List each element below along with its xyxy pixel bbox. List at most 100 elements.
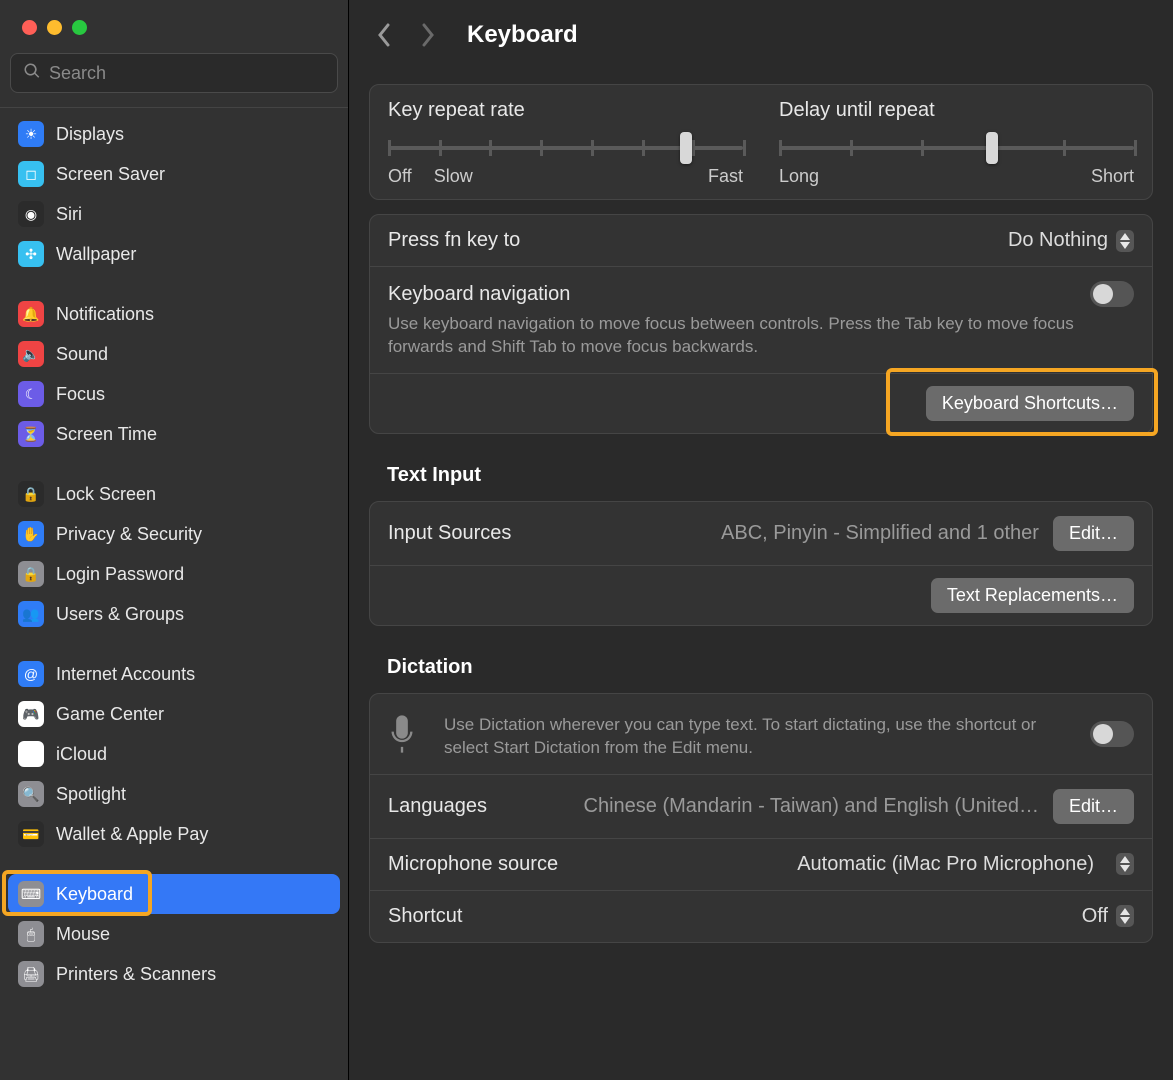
microphone-source-stepper-icon[interactable] <box>1116 853 1134 875</box>
card-keyboard-nav: Press fn key to Do Nothing Keyboard navi… <box>369 214 1153 434</box>
sidebar-item-label: Displays <box>56 124 124 145</box>
sidebar-item-wallpaper[interactable]: ✣ Wallpaper <box>8 234 340 274</box>
fn-key-value: Do Nothing <box>1008 229 1108 252</box>
sidebar-item-label: Wallet & Apple Pay <box>56 824 208 845</box>
slider-label-delay: Delay until repeat <box>779 99 1134 122</box>
card-key-repeat: Key repeat rate Off Slow Fast Delay unti… <box>369 84 1153 200</box>
dictation-shortcut-stepper-icon[interactable] <box>1116 905 1134 927</box>
nav-forward-button[interactable] <box>413 20 443 50</box>
row-fn-key[interactable]: Press fn key to Do Nothing <box>370 215 1152 266</box>
microphone-icon <box>388 715 416 753</box>
text-replacements-button[interactable]: Text Replacements… <box>931 578 1134 613</box>
sidebar-item-screensaver[interactable]: ◻Screen Saver <box>8 154 340 194</box>
internetacc-icon: @ <box>18 661 44 687</box>
loginpwd-icon: 🔒 <box>18 561 44 587</box>
sidebar-item-label: Printers & Scanners <box>56 964 216 985</box>
sidebar-item-label: Internet Accounts <box>56 664 195 685</box>
lockscreen-icon: 🔒 <box>18 481 44 507</box>
sidebar-list[interactable]: ☀ Displays ◻Screen Saver◉Siri ✣ Wallpaper 🔔No… <box>0 107 348 1080</box>
sidebar-item-displays[interactable]: ☀ Displays <box>8 114 340 154</box>
minimize-window-button[interactable] <box>47 20 62 35</box>
sidebar-item-label: Privacy & Security <box>56 524 202 545</box>
sidebar-item-label: Screen Saver <box>56 164 165 185</box>
microphone-source-label: Microphone source <box>388 853 558 876</box>
sidebar-item-printers[interactable]: 🖨Printers & Scanners <box>8 954 340 994</box>
screentime-icon: ⏳ <box>18 421 44 447</box>
slider-key-repeat[interactable] <box>388 136 743 160</box>
sidebar-item-lockscreen[interactable]: 🔒 Lock Screen <box>8 474 340 514</box>
dictation-shortcut-value: Off <box>1082 905 1108 928</box>
close-window-button[interactable] <box>22 20 37 35</box>
header: Keyboard <box>369 0 1153 70</box>
edit-input-sources-button[interactable]: Edit… <box>1053 516 1134 551</box>
displays-icon: ☀ <box>18 121 44 147</box>
keyboard-icon: ⌨ <box>18 881 44 907</box>
search-input[interactable] <box>49 63 325 84</box>
nav-back-button[interactable] <box>369 20 399 50</box>
sidebar-item-walletpay[interactable]: 💳Wallet & Apple Pay <box>8 814 340 854</box>
sidebar-item-label: Spotlight <box>56 784 126 805</box>
page-title: Keyboard <box>467 21 578 49</box>
sidebar-item-focus[interactable]: ☾Focus <box>8 374 340 414</box>
slider-key-repeat-min: Off <box>388 166 412 187</box>
search-input-container[interactable] <box>10 53 338 93</box>
edit-languages-button[interactable]: Edit… <box>1053 789 1134 824</box>
sidebar-item-gamecenter[interactable]: 🎮 Game Center <box>8 694 340 734</box>
row-input-sources: Input Sources ABC, Pinyin - Simplified a… <box>370 502 1152 565</box>
sidebar-item-label: Lock Screen <box>56 484 156 505</box>
sidebar-item-siri[interactable]: ◉Siri <box>8 194 340 234</box>
sidebar-item-label: Users & Groups <box>56 604 184 625</box>
sidebar-item-label: Login Password <box>56 564 184 585</box>
dictation-languages-label: Languages <box>388 795 487 818</box>
sidebar-item-label: Wallpaper <box>56 244 136 265</box>
input-sources-value: ABC, Pinyin - Simplified and 1 other <box>525 522 1039 545</box>
dictation-toggle[interactable] <box>1090 721 1134 747</box>
card-dictation: Use Dictation wherever you can type text… <box>369 693 1153 943</box>
row-dictation-shortcut[interactable]: Shortcut Off <box>370 890 1152 942</box>
input-sources-label: Input Sources <box>388 522 511 545</box>
sidebar-item-label: iCloud <box>56 744 107 765</box>
sidebar-item-mouse[interactable]: 🖱Mouse <box>8 914 340 954</box>
wallpaper-icon: ✣ <box>18 241 44 267</box>
slider-delay-knob[interactable] <box>986 132 998 164</box>
icloud-icon: ☁ <box>18 741 44 767</box>
row-microphone-source[interactable]: Microphone source Automatic (iMac Pro Mi… <box>370 838 1152 890</box>
fn-key-stepper-icon[interactable] <box>1116 230 1134 252</box>
sidebar-item-spotlight[interactable]: 🔍Spotlight <box>8 774 340 814</box>
slider-key-repeat-slow: Slow <box>434 166 473 187</box>
sidebar-item-privacy[interactable]: ✋ Privacy & Security <box>8 514 340 554</box>
slider-delay-min: Long <box>779 166 819 187</box>
sidebar-item-screentime[interactable]: ⏳ Screen Time <box>8 414 340 454</box>
sidebar: ☀ Displays ◻Screen Saver◉Siri ✣ Wallpaper 🔔No… <box>0 0 349 1080</box>
keyboard-navigation-desc: Use keyboard navigation to move focus be… <box>388 313 1134 359</box>
sidebar-item-icloud[interactable]: ☁ iCloud <box>8 734 340 774</box>
notifications-icon: 🔔 <box>18 301 44 327</box>
privacy-icon: ✋ <box>18 521 44 547</box>
slider-key-repeat-max: Fast <box>708 166 743 187</box>
slider-label-key-repeat: Key repeat rate <box>388 99 743 122</box>
fn-key-label: Press fn key to <box>388 229 520 252</box>
keyboard-shortcuts-button[interactable]: Keyboard Shortcuts… <box>926 386 1134 421</box>
search-icon <box>23 62 49 85</box>
section-header-dictation: Dictation <box>387 656 1153 679</box>
card-text-input: Input Sources ABC, Pinyin - Simplified a… <box>369 501 1153 626</box>
sidebar-item-sound[interactable]: 🔈Sound <box>8 334 340 374</box>
dictation-desc: Use Dictation wherever you can type text… <box>444 714 1076 760</box>
sidebar-item-internetacc[interactable]: @ Internet Accounts <box>8 654 340 694</box>
gamecenter-icon: 🎮 <box>18 701 44 727</box>
row-dictation-languages: Languages Chinese (Mandarin - Taiwan) an… <box>370 774 1152 838</box>
dictation-languages-value: Chinese (Mandarin - Taiwan) and English … <box>501 795 1039 818</box>
sidebar-item-notifications[interactable]: 🔔Notifications <box>8 294 340 334</box>
sidebar-item-usersgroups[interactable]: 👥Users & Groups <box>8 594 340 634</box>
sidebar-item-label: Screen Time <box>56 424 157 445</box>
row-dictation-desc: Use Dictation wherever you can type text… <box>370 694 1152 774</box>
sidebar-item-label: Game Center <box>56 704 164 725</box>
focus-icon: ☾ <box>18 381 44 407</box>
zoom-window-button[interactable] <box>72 20 87 35</box>
keyboard-navigation-toggle[interactable] <box>1090 281 1134 307</box>
sidebar-item-label: Siri <box>56 204 82 225</box>
slider-keyrepeat-knob[interactable] <box>680 132 692 164</box>
sidebar-item-keyboard[interactable]: ⌨Keyboard <box>8 874 340 914</box>
slider-delay[interactable] <box>779 136 1134 160</box>
sidebar-item-loginpwd[interactable]: 🔒 Login Password <box>8 554 340 594</box>
